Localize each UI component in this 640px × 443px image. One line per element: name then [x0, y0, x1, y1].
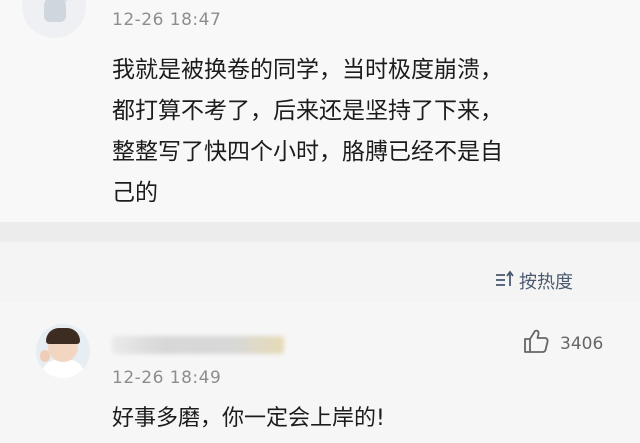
sort-icon [494, 269, 516, 294]
comment-line: 整整写了快四个小时，胳膊已经不是自 [112, 139, 503, 165]
sort-bar: 按热度 [0, 242, 640, 302]
comment-timestamp: 12-26 18:49 [112, 368, 222, 388]
comment-timestamp: 12-26 18:47 [112, 10, 222, 30]
comment-card-top: 12-26 18:47 我就是被换卷的同学，当时极度崩溃， 都打算不考了，后来还… [0, 0, 640, 222]
like-button[interactable]: 3406 [522, 328, 603, 359]
sort-label: 按热度 [519, 272, 573, 293]
comment-line: 己的 [112, 180, 158, 206]
comment-line: 我就是被换卷的同学，当时极度崩溃， [112, 57, 503, 83]
section-divider [0, 222, 640, 242]
avatar[interactable] [22, 0, 86, 38]
reply-comment-card: 3406 12-26 18:49 好事多磨，你一定会上岸的! [0, 302, 640, 443]
comment-text[interactable]: 我就是被换卷的同学，当时极度崩溃， 都打算不考了，后来还是坚持了下来， 整整写了… [112, 50, 612, 214]
comment-line: 都打算不考了，后来还是坚持了下来， [112, 98, 503, 124]
username-blurred[interactable] [112, 336, 284, 354]
comment-text[interactable]: 好事多磨，你一定会上岸的! [112, 400, 385, 432]
thumbs-up-icon [522, 328, 550, 359]
avatar[interactable] [36, 324, 90, 378]
sort-by-hot-button[interactable]: 按热度 [494, 268, 573, 294]
like-count: 3406 [560, 333, 604, 354]
